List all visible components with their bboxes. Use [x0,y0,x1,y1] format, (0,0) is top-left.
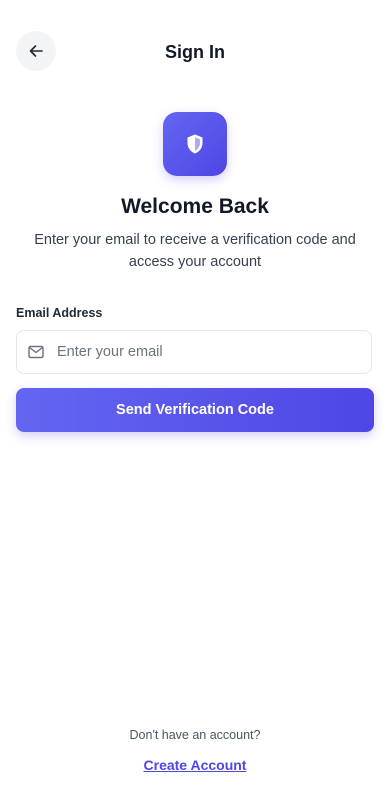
page-title: Sign In [165,42,225,62]
email-label: Email Address [16,306,103,320]
app-header: Sign In [0,0,390,104]
email-input[interactable] [57,331,357,373]
send-verification-code-button[interactable]: Send Verification Code [16,388,374,432]
no-account-prompt: Don't have an account? [129,728,261,742]
welcome-title: Welcome Back [121,195,269,218]
mail-icon [28,345,44,359]
create-account-link[interactable]: Create Account [0,756,390,774]
email-field-wrapper [16,330,372,374]
hero-shield-badge [163,112,227,176]
welcome-subtitle: Enter your email to receive a verificati… [34,232,356,270]
shield-icon [187,134,203,154]
